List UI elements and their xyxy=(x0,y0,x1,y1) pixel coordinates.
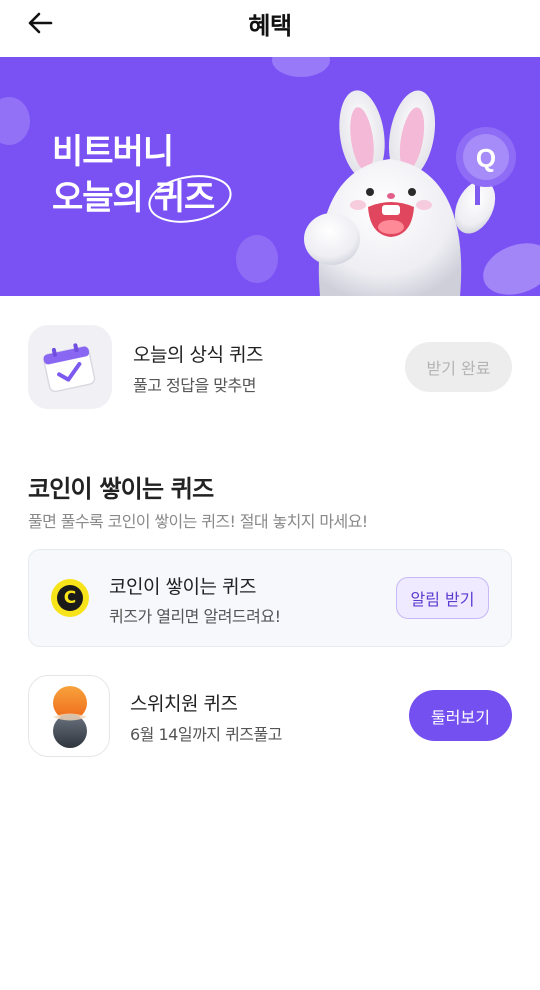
banner-line-1: 비트버니 xyxy=(52,132,174,172)
arrow-left-icon xyxy=(28,12,53,34)
switch-one-quiz-title: 스위치원 퀴즈 xyxy=(130,693,238,715)
banner-headline: 비트버니 오늘의 퀴즈 xyxy=(52,129,232,223)
coin-quiz-title: 코인이 쌓이는 퀴즈 xyxy=(109,576,256,598)
coin-c-letter: C xyxy=(57,585,83,611)
daily-quiz-row[interactable]: 오늘의 상식 퀴즈 풀고 정답을 맞추면 받기 완료 xyxy=(28,325,512,411)
notify-me-button[interactable]: 알림 받기 xyxy=(396,577,489,619)
decorative-coin xyxy=(0,97,30,145)
coin-quiz-card[interactable]: C 코인이 쌓이는 퀴즈 퀴즈가 열리면 알려드려요! 알림 받기 xyxy=(28,549,512,647)
section-subtitle: 풀면 풀수록 코인이 쌓이는 퀴즈! 절대 놓치지 마세요! xyxy=(28,512,368,531)
svg-text:Q: Q xyxy=(476,143,496,173)
back-button[interactable] xyxy=(22,8,58,38)
coin-quiz-subtitle: 퀴즈가 열리면 알려드려요! xyxy=(109,607,281,626)
banner-highlight-word: 퀴즈 xyxy=(148,175,232,223)
banner-line-2: 오늘의 퀴즈 xyxy=(52,175,232,223)
calendar-check-icon xyxy=(43,343,96,393)
daily-quiz-icon-tile xyxy=(28,325,112,409)
switch-one-quiz-row[interactable]: 스위치원 퀴즈 6월 14일까지 퀴즈풀고 둘러보기 xyxy=(28,675,512,757)
claim-complete-button[interactable]: 받기 완료 xyxy=(405,342,512,392)
benefits-page: 혜택 비트버니 오늘의 퀴즈 Q 오늘의 상식 퀴즈 풀고 정답을 맞추면 받기… xyxy=(0,0,540,990)
bunny-mascot-icon: Q xyxy=(304,90,540,296)
banner-highlight-text: 퀴즈 xyxy=(153,178,216,218)
banner-line-2-prefix: 오늘의 xyxy=(52,178,144,218)
daily-quiz-subtitle: 풀고 정답을 맞추면 xyxy=(133,376,256,395)
switch-one-logo-icon xyxy=(53,686,87,748)
coin-c-icon: C xyxy=(51,579,89,617)
section-title: 코인이 쌓이는 퀴즈 xyxy=(28,475,214,503)
top-app-bar: 혜택 xyxy=(0,0,540,57)
decorative-coin xyxy=(236,235,278,283)
page-title: 혜택 xyxy=(248,12,292,40)
quiz-banner[interactable]: 비트버니 오늘의 퀴즈 Q xyxy=(0,57,540,296)
switch-one-quiz-subtitle: 6월 14일까지 퀴즈풀고 xyxy=(130,725,282,744)
switch-one-icon-tile xyxy=(28,675,110,757)
daily-quiz-title: 오늘의 상식 퀴즈 xyxy=(133,344,263,366)
browse-button[interactable]: 둘러보기 xyxy=(409,690,512,741)
